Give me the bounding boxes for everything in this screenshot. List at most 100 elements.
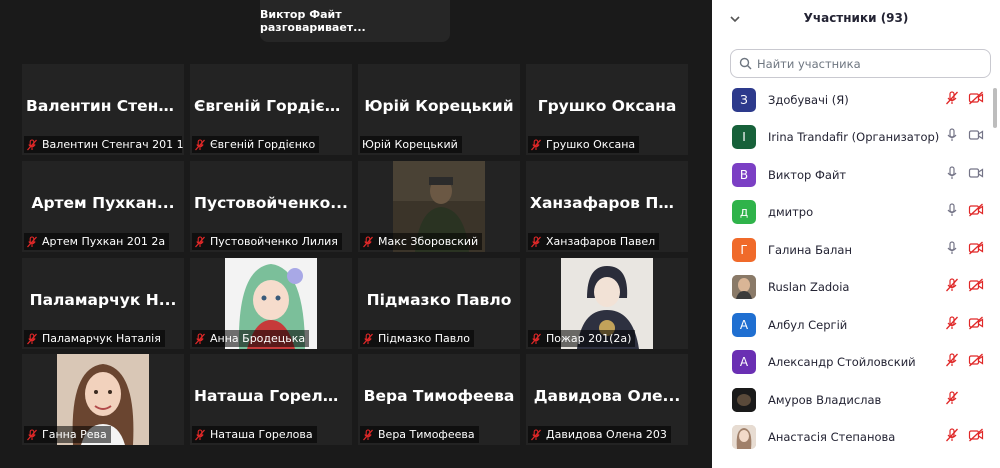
video-tile[interactable]: Вера Тимофеева Вера Тимофеева [358, 354, 520, 445]
tile-display-name: Наташа Горело... [194, 387, 351, 405]
participant-row[interactable]: З Здобувачі (Я) [712, 81, 1000, 119]
video-camera-off-icon [968, 352, 984, 372]
video-tile[interactable]: Давидова Оле... Давидова Олена 203 [526, 354, 688, 445]
mic-muted-icon [530, 332, 542, 345]
tile-label-text: Грушко Оксана [546, 138, 636, 151]
participant-name: Анастасія Степанова [768, 430, 896, 445]
participant-row[interactable]: А Албул Сергій [712, 306, 1000, 344]
video-tile[interactable]: Пустовойченко... Пустовойченко Лилия [190, 161, 352, 252]
tile-label-text: Вера Тимофеева [378, 428, 475, 441]
mic-muted-icon [194, 332, 206, 345]
tile-label-text: Анна Бродецька [210, 332, 306, 345]
avatar: А [732, 350, 756, 375]
video-tile[interactable]: Анна Бродецька [190, 258, 352, 349]
mic-muted-icon [26, 332, 38, 345]
participant-row[interactable]: В Виктор Файт [712, 156, 1000, 194]
video-tile[interactable]: Валентин Стенг... Валентин Стенгач 201 1Б [22, 64, 184, 155]
video-camera-off-icon [968, 427, 984, 447]
participant-row[interactable]: А Александр Стойловский [712, 344, 1000, 382]
tile-display-name: Валентин Стенг... [26, 97, 184, 115]
video-camera-off-icon [968, 240, 984, 260]
video-tile[interactable]: Артем Пухкан... Артем Пухкан 201 2а [22, 161, 184, 252]
mic-muted-icon [194, 235, 206, 248]
video-tile[interactable]: Пожар 201(2а) [526, 258, 688, 349]
video-tile[interactable]: Юрій Корецький Юрій Корецький [358, 64, 520, 155]
tile-label-text: Наташа Горелова [210, 428, 313, 441]
tile-name-label: Ганна Рева [24, 426, 111, 443]
participant-status [944, 427, 984, 447]
tile-name-label: Анна Бродецька [192, 330, 310, 347]
avatar [732, 425, 756, 450]
participants-panel: Участники (93) З Здобувачі (Я) I Irina Tran… [712, 0, 1000, 468]
participant-row[interactable]: I Irina Trandafir (Организатор) [712, 119, 1000, 157]
video-camera-icon [968, 165, 984, 185]
tile-display-name: Підмазко Павло [366, 291, 512, 309]
mic-muted-icon [26, 138, 38, 151]
tile-label-text: Давидова Олена 203 [546, 428, 667, 441]
video-tile[interactable]: Наташа Горело... Наташа Горелова [190, 354, 352, 445]
avatar [732, 275, 756, 300]
avatar [732, 387, 756, 412]
avatar: З [732, 87, 756, 112]
avatar: А [732, 312, 756, 337]
tile-name-label: Підмазко Павло [360, 330, 474, 347]
tile-name-label: Пустовойченко Лилия [192, 233, 342, 250]
video-tile[interactable]: Макс Зборовский [358, 161, 520, 252]
tile-name-label: Паламарчук Наталія [24, 330, 165, 347]
participant-row[interactable]: Ruslan Zadoia [712, 269, 1000, 307]
video-tile[interactable]: Грушко Оксана Грушко Оксана [526, 64, 688, 155]
video-tile[interactable]: Ганна Рева [22, 354, 184, 445]
participant-row[interactable]: Г Галина Балан [712, 231, 1000, 269]
tile-label-text: Валентин Стенгач 201 1Б [42, 138, 184, 151]
tile-display-name: Паламарчук Н... [29, 291, 177, 309]
microphone-icon [944, 202, 960, 222]
tile-name-label: Наташа Горелова [192, 426, 317, 443]
search-input[interactable] [757, 56, 977, 71]
participant-name: Ruslan Zadoia [768, 280, 850, 295]
video-tile[interactable]: Паламарчук Н... Паламарчук Наталія [22, 258, 184, 349]
participant-search[interactable] [730, 49, 991, 78]
tile-label-text: Пустовойченко Лилия [210, 235, 338, 248]
avatar: Г [732, 237, 756, 262]
panel-header: Участники (93) [712, 0, 1000, 40]
participant-status [944, 352, 984, 372]
participant-status [944, 315, 984, 335]
avatar: д [732, 200, 756, 225]
tile-display-name: Ханзафаров Па... [530, 194, 687, 212]
microphone-muted-icon [944, 427, 960, 447]
tile-label-text: Євгеній Гордієнко [210, 138, 316, 151]
scrollbar[interactable] [993, 88, 997, 128]
participant-status [944, 390, 984, 410]
participant-status [944, 90, 984, 110]
participant-status [944, 127, 984, 147]
avatar: В [732, 162, 756, 187]
participant-name: Амуров Владислав [768, 392, 882, 407]
tile-label-text: Юрій Корецький [362, 138, 458, 151]
mic-muted-icon [362, 235, 374, 248]
participant-list: З Здобувачі (Я) I Irina Trandafir (Организа… [712, 81, 1000, 456]
participant-row[interactable]: д дмитро [712, 194, 1000, 232]
microphone-muted-icon [944, 277, 960, 297]
video-tile[interactable]: Ханзафаров Па... Ханзафаров Павел [526, 161, 688, 252]
mic-muted-icon [194, 138, 206, 151]
tile-name-label: Євгеній Гордієнко [192, 136, 320, 153]
participant-name: Галина Балан [768, 242, 852, 257]
microphone-muted-icon [944, 352, 960, 372]
participant-name: Здобувачі (Я) [768, 92, 849, 107]
tile-display-name: Давидова Оле... [533, 387, 681, 405]
tile-display-name: Артем Пухкан... [31, 194, 175, 212]
video-tile[interactable]: Євгеній Гордієнко Євгеній Гордієнко [190, 64, 352, 155]
participant-row[interactable]: Амуров Владислав [712, 381, 1000, 419]
tile-name-label: Давидова Олена 203 [528, 426, 671, 443]
video-camera-off-icon [968, 277, 984, 297]
tile-label-text: Паламарчук Наталія [42, 332, 161, 345]
video-tile[interactable]: Підмазко Павло Підмазко Павло [358, 258, 520, 349]
tile-label-text: Артем Пухкан 201 2а [42, 235, 166, 248]
video-camera-off-icon [968, 90, 984, 110]
tile-name-label: Пожар 201(2а) [528, 330, 636, 347]
participant-row[interactable]: Анастасія Степанова [712, 419, 1000, 457]
microphone-icon [944, 240, 960, 260]
search-icon [739, 57, 752, 70]
tile-label-text: Ганна Рева [42, 428, 107, 441]
tile-display-name: Євгеній Гордієнко [194, 97, 352, 115]
